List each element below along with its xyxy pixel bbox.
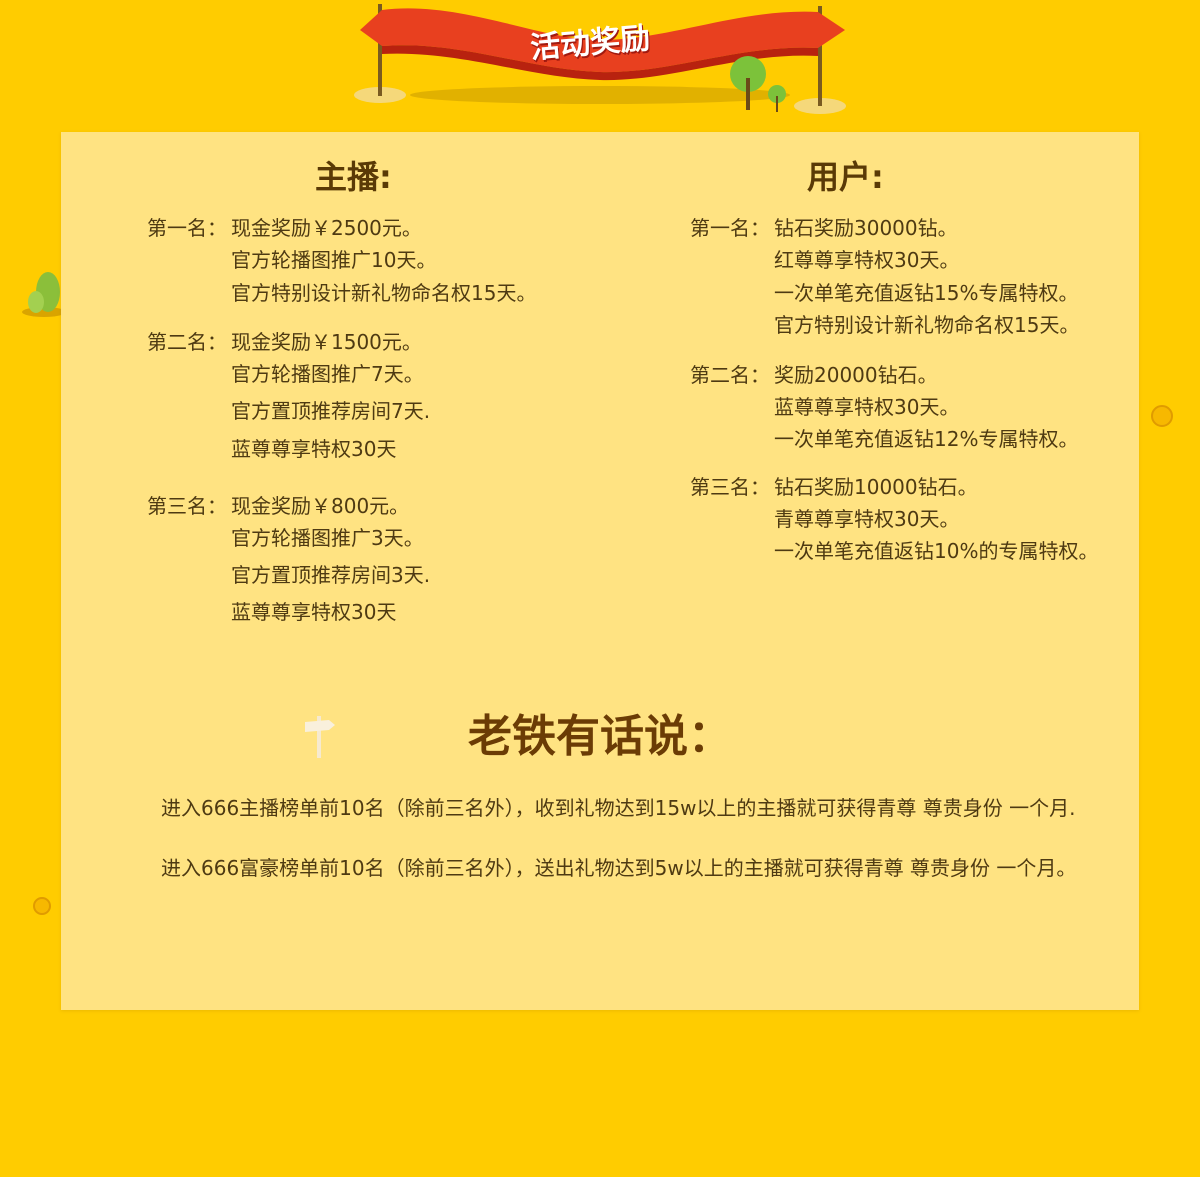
rank-item: 官方特别设计新礼物命名权15天。 [774,313,1080,337]
rank-item: 青尊尊享特权30天。 [774,507,960,531]
rank-label: 第三名： [690,475,770,499]
rank-label: 第三名： [147,494,227,518]
user-rank-1: 第一名： 钻石奖励30000钻。 红尊尊享特权30天。 一次单笔充值返钻15%专… [690,212,1120,342]
rank-item: 一次单笔充值返钻12%专属特权。 [774,427,1079,451]
rank-item: 一次单笔充值返钻15%专属特权。 [774,281,1079,305]
rank-item: 蓝尊尊享特权30天 [231,600,397,624]
anchor-rank-2: 第二名： 现金奖励￥1500元。 官方轮播图推广7天。 官方置顶推荐房间7天. … [147,326,567,466]
rank-item: 现金奖励￥2500元。 [231,216,422,240]
anchor-rank-1: 第一名： 现金奖励￥2500元。 官方轮播图推广10天。 官方特别设计新礼物命名… [147,212,567,322]
user-rank-3: 第三名： 钻石奖励10000钻石。 青尊尊享特权30天。 一次单笔充值返钻10%… [690,471,1120,571]
rewards-panel: 主播: 第一名： 现金奖励￥2500元。 官方轮播图推广10天。 官方特别设计新… [61,132,1139,1010]
coin-icon [1151,405,1173,427]
user-rank-2: 第二名： 奖励20000钻石。 蓝尊尊享特权30天。 一次单笔充值返钻12%专属… [690,359,1120,459]
rank-item: 现金奖励￥800元。 [231,494,410,518]
rank-item: 红尊尊享特权30天。 [774,248,960,272]
rank-item: 蓝尊尊享特权30天 [231,437,397,461]
rank-item: 官方轮播图推广10天。 [231,248,437,272]
notes-heading: 老铁有话说： [468,711,732,762]
note-line-2: 进入666富豪榜单前10名（除前三名外），送出礼物达到5w以上的主播就可获得青尊… [161,856,1077,880]
rank-item: 蓝尊尊享特权30天。 [774,395,960,419]
rank-item: 奖励20000钻石。 [774,363,938,387]
banner: 活动奖励 [340,0,860,125]
anchor-heading: 主播: [315,158,392,196]
rank-item: 钻石奖励30000钻。 [774,216,958,240]
rank-item: 官方特别设计新礼物命名权15天。 [231,281,537,305]
note-line-1: 进入666主播榜单前10名（除前三名外），收到礼物达到15w以上的主播就可获得青… [161,796,1076,820]
rank-label: 第二名： [147,330,227,354]
rank-item: 现金奖励￥1500元。 [231,330,422,354]
rank-item: 官方轮播图推广7天。 [231,362,424,386]
rank-item: 官方轮播图推广3天。 [231,526,424,550]
anchor-rank-3: 第三名： 现金奖励￥800元。 官方轮播图推广3天。 官方置顶推荐房间3天. 蓝… [147,490,567,630]
rank-label: 第一名： [690,216,770,240]
rank-item: 官方置顶推荐房间3天. [231,563,431,587]
rank-label: 第一名： [147,216,227,240]
rank-item: 一次单笔充值返钻10%的专属特权。 [774,539,1099,563]
coin-icon-small [33,897,51,915]
user-heading: 用户: [807,158,884,196]
rank-item: 官方置顶推荐房间7天. [231,399,431,423]
rank-label: 第二名： [690,363,770,387]
rank-item: 钻石奖励10000钻石。 [774,475,978,499]
